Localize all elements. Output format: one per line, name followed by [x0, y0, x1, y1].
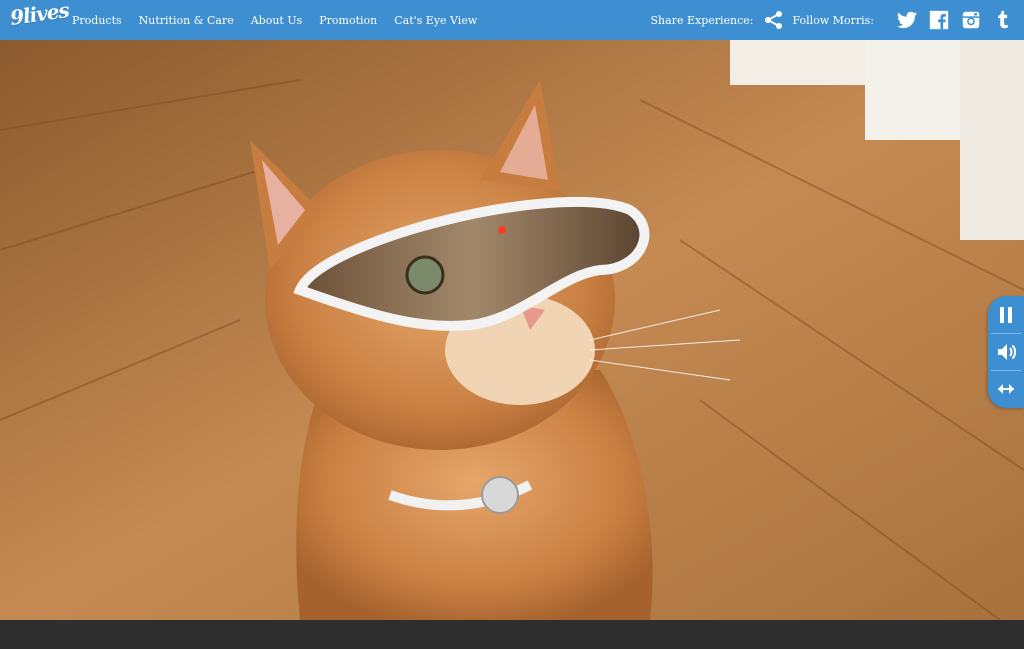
video-controls [988, 296, 1024, 408]
top-navigation-bar: 9lives Products Nutrition & Care About U… [0, 0, 1024, 40]
footer-bar [0, 620, 1024, 649]
nav-item-about-us[interactable]: About Us [251, 14, 303, 27]
volume-icon[interactable] [995, 341, 1017, 363]
main-nav: Products Nutrition & Care About Us Promo… [72, 0, 494, 40]
nav-item-nutrition-care[interactable]: Nutrition & Care [139, 14, 234, 27]
video-player[interactable] [0, 40, 1024, 620]
follow-label: Follow Morris: [792, 13, 875, 27]
nav-item-cats-eye-view[interactable]: Cat's Eye View [394, 14, 477, 27]
header-social-area: Share Experience: Follow Morris: [651, 0, 1014, 40]
control-divider [991, 370, 1021, 372]
share-icon[interactable] [764, 10, 784, 30]
facebook-icon[interactable] [928, 9, 950, 31]
tumblr-icon[interactable] [992, 9, 1014, 31]
video-frame-illustration [0, 40, 1024, 620]
nav-item-products[interactable]: Products [72, 14, 122, 27]
brand-logo[interactable]: 9lives [9, 0, 70, 30]
share-label: Share Experience: [650, 13, 754, 27]
twitter-icon[interactable] [896, 9, 918, 31]
pause-icon[interactable] [995, 304, 1017, 326]
social-links [886, 9, 1014, 31]
nav-item-promotion[interactable]: Promotion [319, 14, 377, 27]
control-divider [991, 332, 1021, 334]
expand-icon[interactable] [995, 378, 1017, 400]
instagram-icon[interactable] [960, 9, 982, 31]
